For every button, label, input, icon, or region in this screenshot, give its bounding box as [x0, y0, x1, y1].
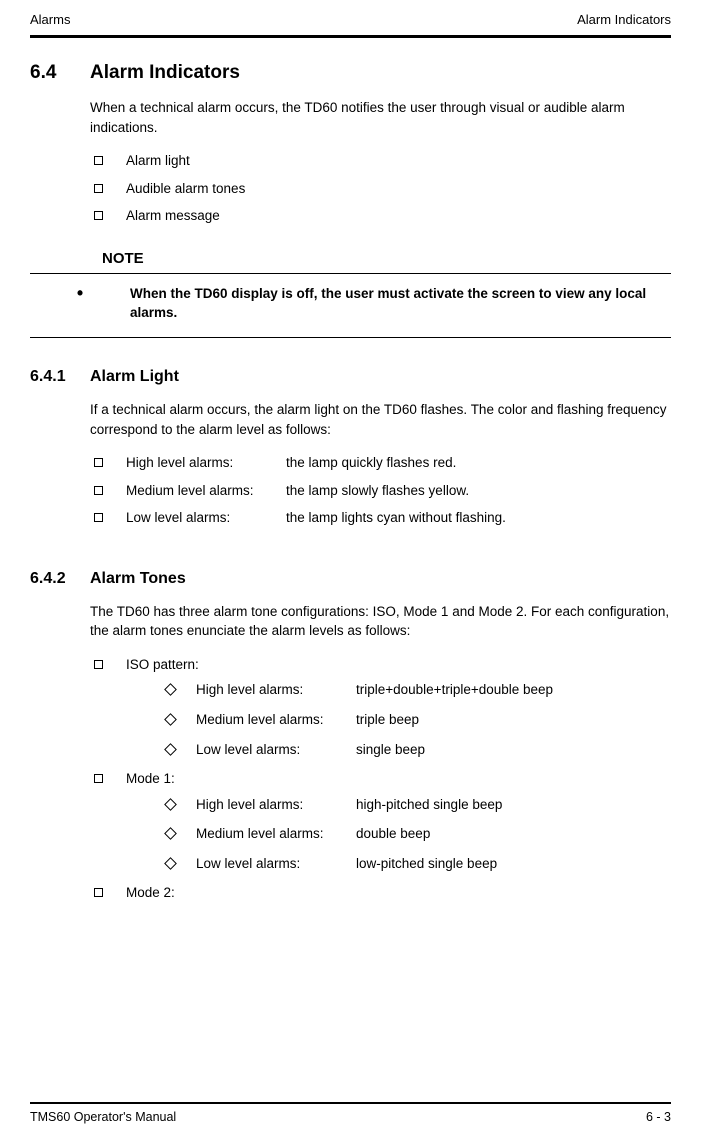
level-desc: double beep [356, 824, 671, 844]
group-name: ISO pattern: [126, 657, 199, 672]
section-6-4-2-intro: The TD60 has three alarm tone configurat… [90, 602, 671, 641]
level-label: Medium level alarms: [126, 481, 286, 501]
level-label: Low level alarms: [126, 508, 286, 528]
level-label: Low level alarms: [196, 740, 356, 760]
note-rule-bottom [30, 337, 671, 338]
footer-rule [30, 1102, 671, 1104]
header-rule [30, 35, 671, 38]
level-label: High level alarms: [126, 453, 286, 473]
section-6-4-heading: 6.4 Alarm Indicators [30, 62, 671, 84]
level-desc: the lamp lights cyan without flashing. [286, 508, 671, 528]
level-desc: triple+double+triple+double beep [356, 680, 671, 700]
note-label: NOTE [102, 250, 671, 267]
list-item: High level alarms: triple+double+triple+… [162, 680, 671, 700]
subsection-title: Alarm Light [90, 368, 179, 386]
section-6-4-1-heading: 6.4.1 Alarm Light [30, 368, 671, 386]
list-item: Alarm message [90, 206, 671, 226]
header-right: Alarm Indicators [577, 12, 671, 27]
subsection-title: Alarm Tones [90, 570, 186, 588]
list-item: High level alarms: high-pitched single b… [162, 795, 671, 815]
level-label: High level alarms: [196, 680, 356, 700]
list-item: Low level alarms: single beep [162, 740, 671, 760]
level-desc: the lamp slowly flashes yellow. [286, 481, 671, 501]
tone-group-mode1: Mode 1: High level alarms: high-pitched … [90, 769, 671, 873]
list-item: Medium level alarms: double beep [162, 824, 671, 844]
note-block: NOTE • When the TD60 display is off, the… [30, 250, 671, 338]
page-header: Alarms Alarm Indicators [30, 12, 671, 27]
section-6-4-2-heading: 6.4.2 Alarm Tones [30, 570, 671, 588]
note-bullet: • [30, 284, 130, 302]
level-desc: single beep [356, 740, 671, 760]
header-left: Alarms [30, 12, 70, 27]
list-item: Medium level alarms: triple beep [162, 710, 671, 730]
level-desc: triple beep [356, 710, 671, 730]
list-item: Low level alarms: the lamp lights cyan w… [90, 508, 671, 528]
alarm-light-list: High level alarms: the lamp quickly flas… [90, 453, 671, 528]
section-title: Alarm Indicators [90, 62, 240, 84]
subsection-number: 6.4.2 [30, 570, 90, 588]
section-number: 6.4 [30, 62, 90, 84]
list-item: High level alarms: the lamp quickly flas… [90, 453, 671, 473]
page-footer: TMS60 Operator's Manual 6 - 3 [30, 1110, 671, 1124]
footer-left: TMS60 Operator's Manual [30, 1110, 176, 1124]
group-name: Mode 1: [126, 771, 175, 786]
group-name: Mode 2: [126, 885, 175, 900]
list-item: Alarm light [90, 151, 671, 171]
level-label: Medium level alarms: [196, 710, 356, 730]
list-item: Audible alarm tones [90, 179, 671, 199]
tone-sublist: High level alarms: high-pitched single b… [162, 795, 671, 874]
list-item: Low level alarms: low-pitched single bee… [162, 854, 671, 874]
subsection-number: 6.4.1 [30, 368, 90, 386]
note-text: When the TD60 display is off, the user m… [130, 284, 671, 323]
alarm-tones-list: ISO pattern: High level alarms: triple+d… [90, 655, 671, 903]
level-desc: low-pitched single beep [356, 854, 671, 874]
tone-sublist: High level alarms: triple+double+triple+… [162, 680, 671, 759]
section-6-4-list: Alarm light Audible alarm tones Alarm me… [90, 151, 671, 226]
section-6-4-intro: When a technical alarm occurs, the TD60 … [90, 98, 671, 137]
level-desc: the lamp quickly flashes red. [286, 453, 671, 473]
footer-right: 6 - 3 [646, 1110, 671, 1124]
level-label: High level alarms: [196, 795, 356, 815]
level-label: Medium level alarms: [196, 824, 356, 844]
level-desc: high-pitched single beep [356, 795, 671, 815]
level-label: Low level alarms: [196, 854, 356, 874]
tone-group-mode2: Mode 2: [90, 883, 671, 903]
list-item: Medium level alarms: the lamp slowly fla… [90, 481, 671, 501]
tone-group-iso: ISO pattern: High level alarms: triple+d… [90, 655, 671, 759]
section-6-4-1-intro: If a technical alarm occurs, the alarm l… [90, 400, 671, 439]
